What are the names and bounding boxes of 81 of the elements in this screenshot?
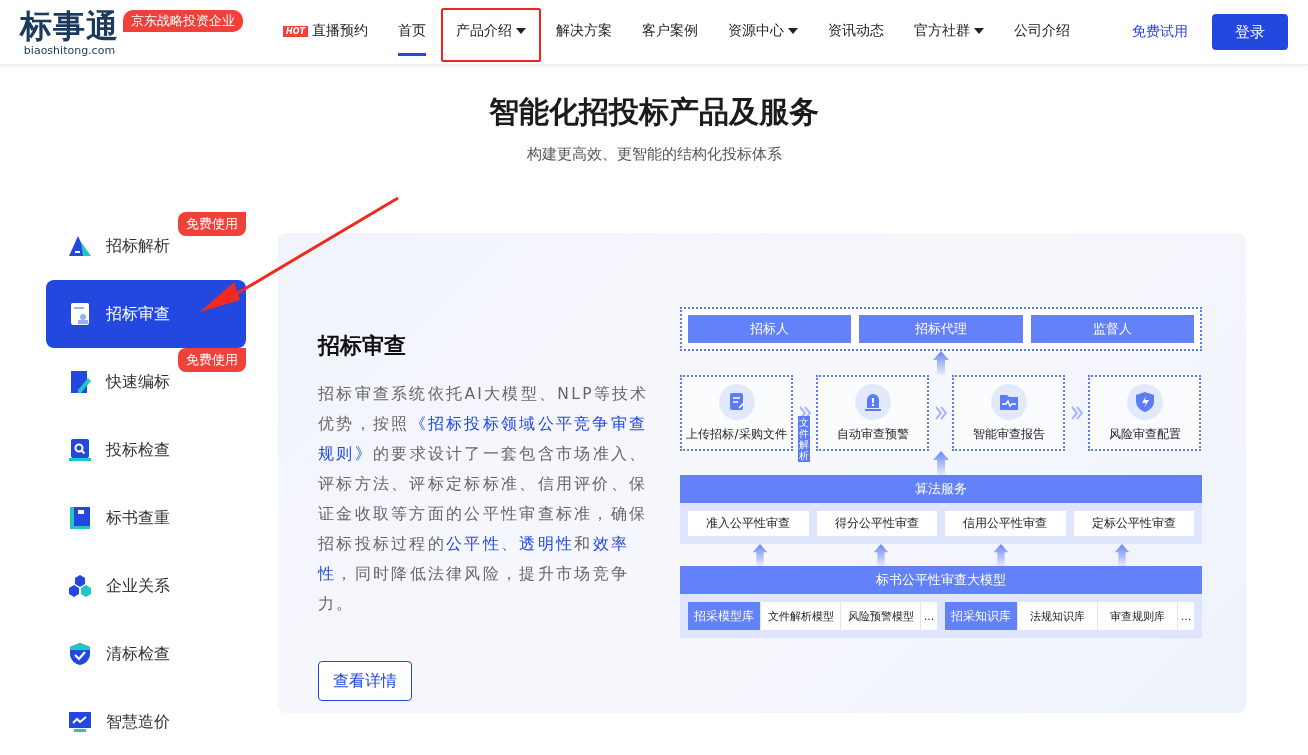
up-arrow-icon bbox=[933, 351, 949, 375]
product-title: 招标审查 bbox=[318, 332, 407, 360]
hot-badge: HOT bbox=[283, 25, 308, 37]
document-icon bbox=[718, 383, 755, 420]
library-label: 招采知识库 bbox=[945, 602, 1017, 630]
nav-label: 直播预约 bbox=[311, 22, 368, 40]
section-subtitle: 构建更高效、更智能的结构化投标体系 bbox=[525, 145, 783, 164]
logo-wordmark[interactable]: 标事通 bbox=[20, 7, 119, 44]
sidebar-item[interactable]: 清标检查 bbox=[46, 645, 246, 663]
free-use-badge: 免费使用 bbox=[178, 348, 246, 372]
up-arrow-icon bbox=[933, 451, 949, 475]
library-item: 法规知识库 bbox=[1018, 602, 1097, 630]
role-block: 招标代理 bbox=[859, 315, 1023, 343]
algorithm-item: 定标公平性审查 bbox=[1073, 511, 1194, 536]
file-parse-tag: 文件解析 bbox=[798, 416, 810, 462]
sidebar-item[interactable]: 智慧造价 bbox=[46, 713, 246, 731]
role-block: 招标人 bbox=[688, 315, 852, 343]
block-title: 标书公平性审查大模型 bbox=[680, 566, 1202, 594]
product-description: 招标审查系统依托AI大模型、NLP等技术优势，按照《招标投标领域公平竞争审查规则》的要求设计了一套包含市场准入、评标方法、评标定标标准、信用评价、保证金收取等方面的公平性审查标准，确保招标投标过程的公平性、透明性和 效率性，同时降低法律风险，提升市场竞争力。 bbox=[318, 384, 650, 615]
nav-item[interactable]: 客户案例 bbox=[626, 8, 713, 62]
nav-label: 首页 bbox=[397, 22, 426, 40]
sidebar-item[interactable]: 标书查重 bbox=[46, 509, 246, 527]
nav-label: 官方社群 bbox=[913, 22, 970, 40]
library-item: 审查规则库 bbox=[1098, 602, 1177, 630]
sidebar-item[interactable]: 招标解析 bbox=[46, 237, 246, 255]
folder-pulse-icon bbox=[990, 383, 1027, 420]
block-title: 算法服务 bbox=[680, 475, 1202, 503]
nav-item[interactable]: 官方社群 bbox=[898, 8, 999, 62]
nav-label: 解决方案 bbox=[555, 22, 612, 40]
algorithm-item: 得分公平性审查 bbox=[816, 511, 937, 536]
pencil-icon bbox=[68, 370, 92, 394]
book-icon bbox=[68, 506, 92, 530]
logo-domain: biaoshitong.com bbox=[23, 43, 116, 57]
step-label: 上传招标/采购文件 bbox=[686, 425, 787, 443]
nav-label: 资源中心 bbox=[727, 22, 784, 40]
alarm-light-icon bbox=[854, 383, 891, 420]
nav-item[interactable]: 首页 bbox=[382, 8, 441, 62]
nav-item[interactable]: HOT 直播预约 bbox=[268, 8, 383, 62]
nav-item[interactable]: 资讯动态 bbox=[812, 8, 899, 62]
up-arrow-icon bbox=[1113, 544, 1130, 566]
library-item: ... bbox=[1178, 602, 1194, 630]
chevron-icon bbox=[1070, 406, 1083, 420]
monitor-icon bbox=[68, 710, 92, 734]
hexagons-icon bbox=[68, 574, 92, 598]
login-button[interactable]: 登录 bbox=[1212, 14, 1288, 50]
free-trial-link[interactable]: 免费试用 bbox=[1132, 23, 1188, 41]
sidebar-item[interactable]: 企业关系 bbox=[46, 577, 246, 595]
algorithm-item: 准入公平性审查 bbox=[688, 511, 809, 536]
step-label: 风险审查配置 bbox=[1108, 425, 1181, 443]
free-use-badge: 免费使用 bbox=[178, 212, 246, 236]
shield-bolt-icon bbox=[1126, 383, 1163, 420]
nav-label: 客户案例 bbox=[641, 22, 698, 40]
investor-badge: 京东战略投资企业 bbox=[123, 9, 243, 32]
section-title: 智能化招投标产品及服务 bbox=[488, 93, 820, 131]
nav-label: 公司介绍 bbox=[1013, 22, 1070, 40]
up-arrow-icon bbox=[872, 544, 889, 566]
library-item: 文件解析模型 bbox=[761, 602, 840, 630]
nav-item[interactable]: 资源中心 bbox=[712, 8, 813, 62]
library-label: 招采模型库 bbox=[688, 602, 760, 630]
up-arrow-icon bbox=[993, 544, 1010, 566]
nav-item[interactable]: 解决方案 bbox=[540, 8, 627, 62]
library-item: 风险预警模型 bbox=[841, 602, 920, 630]
library-item: ... bbox=[921, 602, 937, 630]
search-icon bbox=[68, 438, 92, 462]
nav-item[interactable]: 公司介绍 bbox=[998, 8, 1085, 62]
nav-item[interactable]: 产品介绍 bbox=[440, 8, 541, 62]
document-icon bbox=[68, 302, 92, 326]
sidebar-item[interactable]: 招标审查 bbox=[46, 280, 246, 348]
shield-check-icon bbox=[68, 642, 92, 666]
algorithm-item: 信用公平性审查 bbox=[945, 511, 1066, 536]
triangle-icon bbox=[68, 234, 92, 258]
nav-label: 产品介绍 bbox=[455, 22, 512, 40]
up-arrow-icon bbox=[752, 544, 769, 566]
sidebar-item[interactable]: 快速编标 bbox=[46, 373, 246, 391]
role-block: 监督人 bbox=[1030, 315, 1194, 343]
step-label: 自动审查预警 bbox=[836, 425, 909, 443]
step-label: 智能审查报告 bbox=[972, 425, 1045, 443]
sidebar-item[interactable]: 投标检查 bbox=[46, 441, 246, 459]
view-details-button[interactable]: 查看详情 bbox=[318, 661, 412, 701]
nav-label: 资讯动态 bbox=[827, 22, 884, 40]
chevron-icon bbox=[934, 406, 947, 420]
